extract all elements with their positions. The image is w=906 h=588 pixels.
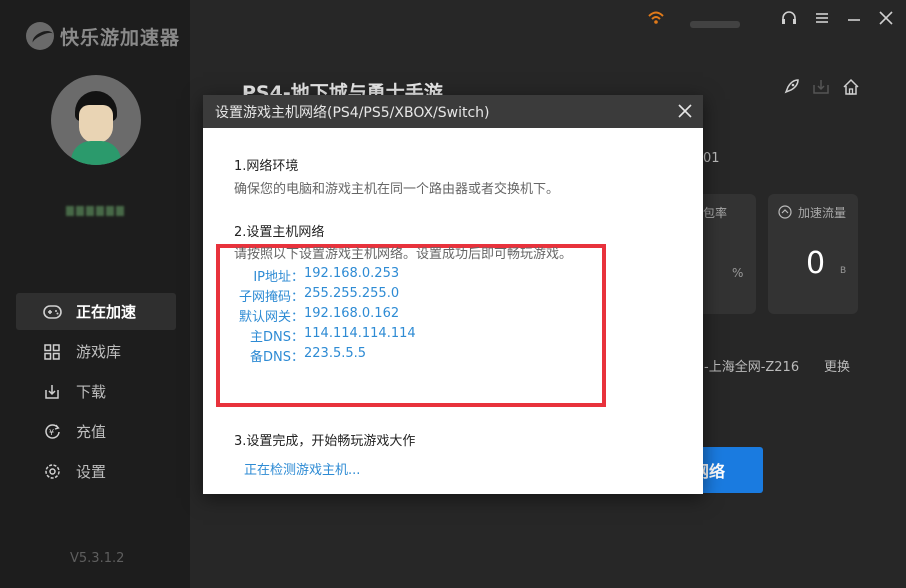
- host-network-dialog: 设置游戏主机网络(PS4/PS5/XBOX/Switch) 1.网络环境 确保您…: [203, 95, 703, 494]
- setting-row-subnet: 子网掩码： 255.255.255.0: [236, 286, 399, 305]
- setting-value[interactable]: 114.114.114.114: [304, 326, 416, 345]
- close-window-icon[interactable]: [878, 10, 894, 30]
- traffic-value: 0: [806, 246, 826, 281]
- headset-icon[interactable]: [780, 10, 798, 32]
- download-icon: [42, 384, 62, 400]
- card-unit: B: [840, 266, 847, 276]
- setting-key: 默认网关：: [238, 310, 304, 325]
- step2-desc: 请按照以下设置游戏主机网络。设置成功后即可畅玩游戏。: [234, 247, 573, 262]
- setting-row-primary-dns: 主DNS： 114.114.114.114: [236, 326, 416, 345]
- menu-icon[interactable]: [814, 10, 830, 30]
- sidebar-item-label: 游戏库: [76, 343, 122, 361]
- wifi-icon: [648, 10, 664, 29]
- sidebar-nav: 正在加速 游戏库 下载 ¥ 充值 设置: [16, 293, 176, 493]
- setting-value[interactable]: 192.168.0.253: [304, 266, 399, 285]
- card-unit: %: [732, 266, 744, 280]
- svg-text:¥: ¥: [49, 428, 54, 437]
- sidebar-item-game-library[interactable]: 游戏库: [16, 333, 176, 370]
- minimize-icon[interactable]: [846, 10, 862, 30]
- step3-title: 3.设置完成，开始畅玩游戏大作: [234, 434, 416, 449]
- setting-key: 主DNS：: [250, 330, 304, 345]
- download-disabled-icon: [812, 78, 830, 100]
- setting-value[interactable]: 223.5.5.5: [304, 346, 366, 365]
- dialog-body: 1.网络环境 确保您的电脑和游戏主机在同一个路由器或者交换机下。 2.设置主机网…: [203, 128, 703, 494]
- change-server-button[interactable]: 更换: [824, 356, 850, 375]
- dialog-header: 设置游戏主机网络(PS4/PS5/XBOX/Switch): [203, 95, 703, 128]
- username-blurred: [66, 201, 136, 216]
- sidebar-item-recharge[interactable]: ¥ 充值: [16, 413, 176, 450]
- setting-key: 备DNS：: [250, 350, 304, 365]
- card-label: 包率: [703, 206, 728, 220]
- sidebar-item-label: 下载: [76, 383, 107, 401]
- rocket-icon[interactable]: [782, 78, 800, 100]
- setting-key: IP地址：: [253, 270, 304, 285]
- step2-title: 2.设置主机网络: [234, 225, 325, 240]
- gamepad-icon: [42, 304, 62, 320]
- logo-icon: [26, 22, 54, 50]
- card-label: 加速流量: [798, 206, 847, 220]
- app-name: 快乐游加速器: [60, 26, 181, 49]
- sidebar-item-label: 设置: [76, 463, 107, 481]
- setting-value[interactable]: 192.168.0.162: [304, 306, 399, 325]
- detecting-host-link[interactable]: 正在检测游戏主机...: [244, 459, 360, 478]
- traffic-card: 加速流量 0 B: [768, 194, 858, 314]
- sidebar-item-accelerating[interactable]: 正在加速: [16, 293, 176, 330]
- partial-number: 01: [703, 151, 720, 166]
- server-node: -上海全网-Z216: [704, 360, 800, 375]
- sidebar: 快乐游加速器 正在加速 游戏库 下载 ¥ 充值 设置 V5.3.1.2: [0, 0, 190, 588]
- gear-icon: [42, 463, 62, 480]
- step1-title: 1.网络环境: [234, 159, 299, 174]
- dialog-title: 设置游戏主机网络(PS4/PS5/XBOX/Switch): [215, 104, 490, 121]
- app-version: V5.3.1.2: [70, 551, 125, 566]
- setting-row-gateway: 默认网关： 192.168.0.162: [236, 306, 399, 325]
- step1-desc: 确保您的电脑和游戏主机在同一个路由器或者交换机下。: [234, 182, 560, 197]
- setting-row-ip: IP地址： 192.168.0.253: [236, 266, 399, 285]
- sidebar-item-settings[interactable]: 设置: [16, 453, 176, 490]
- traffic-icon: [778, 204, 792, 223]
- setting-row-secondary-dns: 备DNS： 223.5.5.5: [236, 346, 366, 365]
- avatar[interactable]: [51, 75, 141, 165]
- user-id-blurred: [690, 14, 740, 33]
- sidebar-item-label: 充值: [76, 423, 107, 441]
- close-icon[interactable]: [675, 101, 695, 121]
- sidebar-item-label: 正在加速: [76, 303, 137, 321]
- grid-icon: [42, 343, 62, 360]
- setting-key: 子网掩码：: [238, 290, 304, 305]
- setting-value[interactable]: 255.255.255.0: [304, 286, 399, 305]
- recharge-icon: ¥: [42, 423, 62, 440]
- home-icon[interactable]: [842, 78, 860, 100]
- app-logo: 快乐游加速器: [26, 22, 180, 50]
- sidebar-item-download[interactable]: 下载: [16, 373, 176, 410]
